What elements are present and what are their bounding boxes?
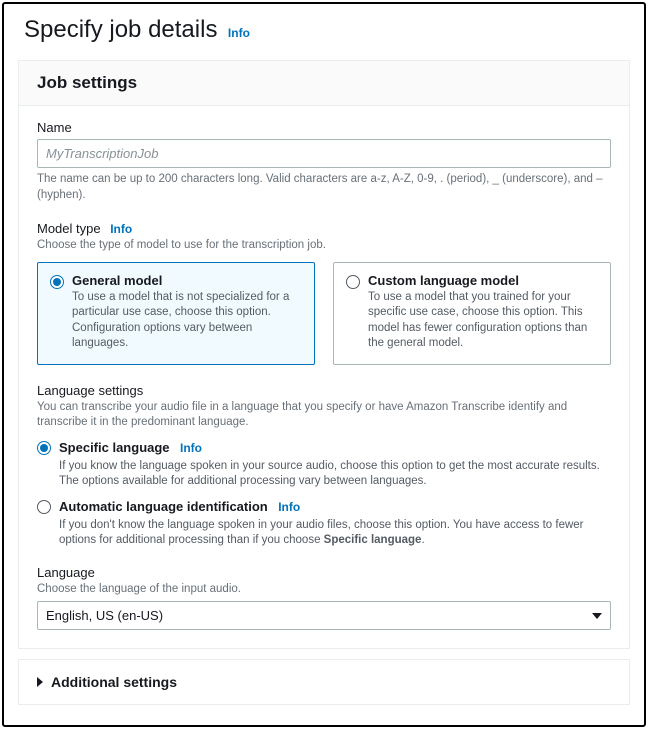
general-model-desc: To use a model that is not specialized f…	[72, 290, 302, 352]
auto-language-option[interactable]: Automatic language identification Info I…	[37, 498, 611, 549]
additional-settings-title: Additional settings	[51, 674, 177, 690]
page-header: Specify job details Info	[4, 4, 644, 52]
model-type-label-row: Model type Info	[37, 221, 611, 236]
additional-settings-toggle[interactable]: Additional settings	[18, 659, 630, 705]
language-select[interactable]: English, US (en-US)	[37, 601, 611, 630]
name-label: Name	[37, 120, 611, 135]
language-settings-label: Language settings	[37, 383, 611, 398]
page-info-link[interactable]: Info	[228, 26, 250, 40]
model-type-custom-card[interactable]: Custom language model To use a model tha…	[333, 262, 611, 365]
model-type-general-card[interactable]: General model To use a model that is not…	[37, 262, 315, 365]
name-hint: The name can be up to 200 characters lon…	[37, 172, 611, 203]
model-type-hint: Choose the type of model to use for the …	[37, 238, 611, 254]
name-input[interactable]	[37, 139, 611, 168]
auto-language-info-link[interactable]: Info	[278, 500, 300, 514]
specific-language-option[interactable]: Specific language Info If you know the l…	[37, 439, 611, 490]
page-container: Specify job details Info Job settings Na…	[2, 2, 646, 727]
radio-icon	[50, 275, 64, 289]
specific-language-title: Specific language	[59, 440, 170, 455]
auto-language-title: Automatic language identification	[59, 499, 268, 514]
job-settings-panel: Job settings Name The name can be up to …	[18, 60, 630, 649]
auto-language-desc: If you don't know the language spoken in…	[59, 518, 611, 549]
language-select-value: English, US (en-US)	[46, 608, 163, 623]
language-settings-hint: You can transcribe your audio file in a …	[37, 400, 611, 431]
chevron-down-icon	[592, 613, 602, 619]
panel-title: Job settings	[37, 73, 611, 93]
model-type-label: Model type	[37, 221, 101, 236]
radio-icon	[37, 500, 51, 514]
custom-model-desc: To use a model that you trained for your…	[368, 290, 598, 352]
model-type-info-link[interactable]: Info	[110, 222, 132, 236]
radio-icon	[37, 441, 51, 455]
general-model-title: General model	[72, 273, 302, 288]
radio-icon	[346, 275, 360, 289]
panel-body: Name The name can be up to 200 character…	[19, 106, 629, 648]
specific-language-info-link[interactable]: Info	[180, 441, 202, 455]
specific-language-desc: If you know the language spoken in your …	[59, 459, 611, 490]
language-label: Language	[37, 565, 611, 580]
chevron-right-icon	[37, 677, 43, 687]
custom-model-title: Custom language model	[368, 273, 598, 288]
page-title: Specify job details	[24, 16, 217, 43]
panel-header: Job settings	[19, 61, 629, 106]
model-type-cards: General model To use a model that is not…	[37, 262, 611, 365]
